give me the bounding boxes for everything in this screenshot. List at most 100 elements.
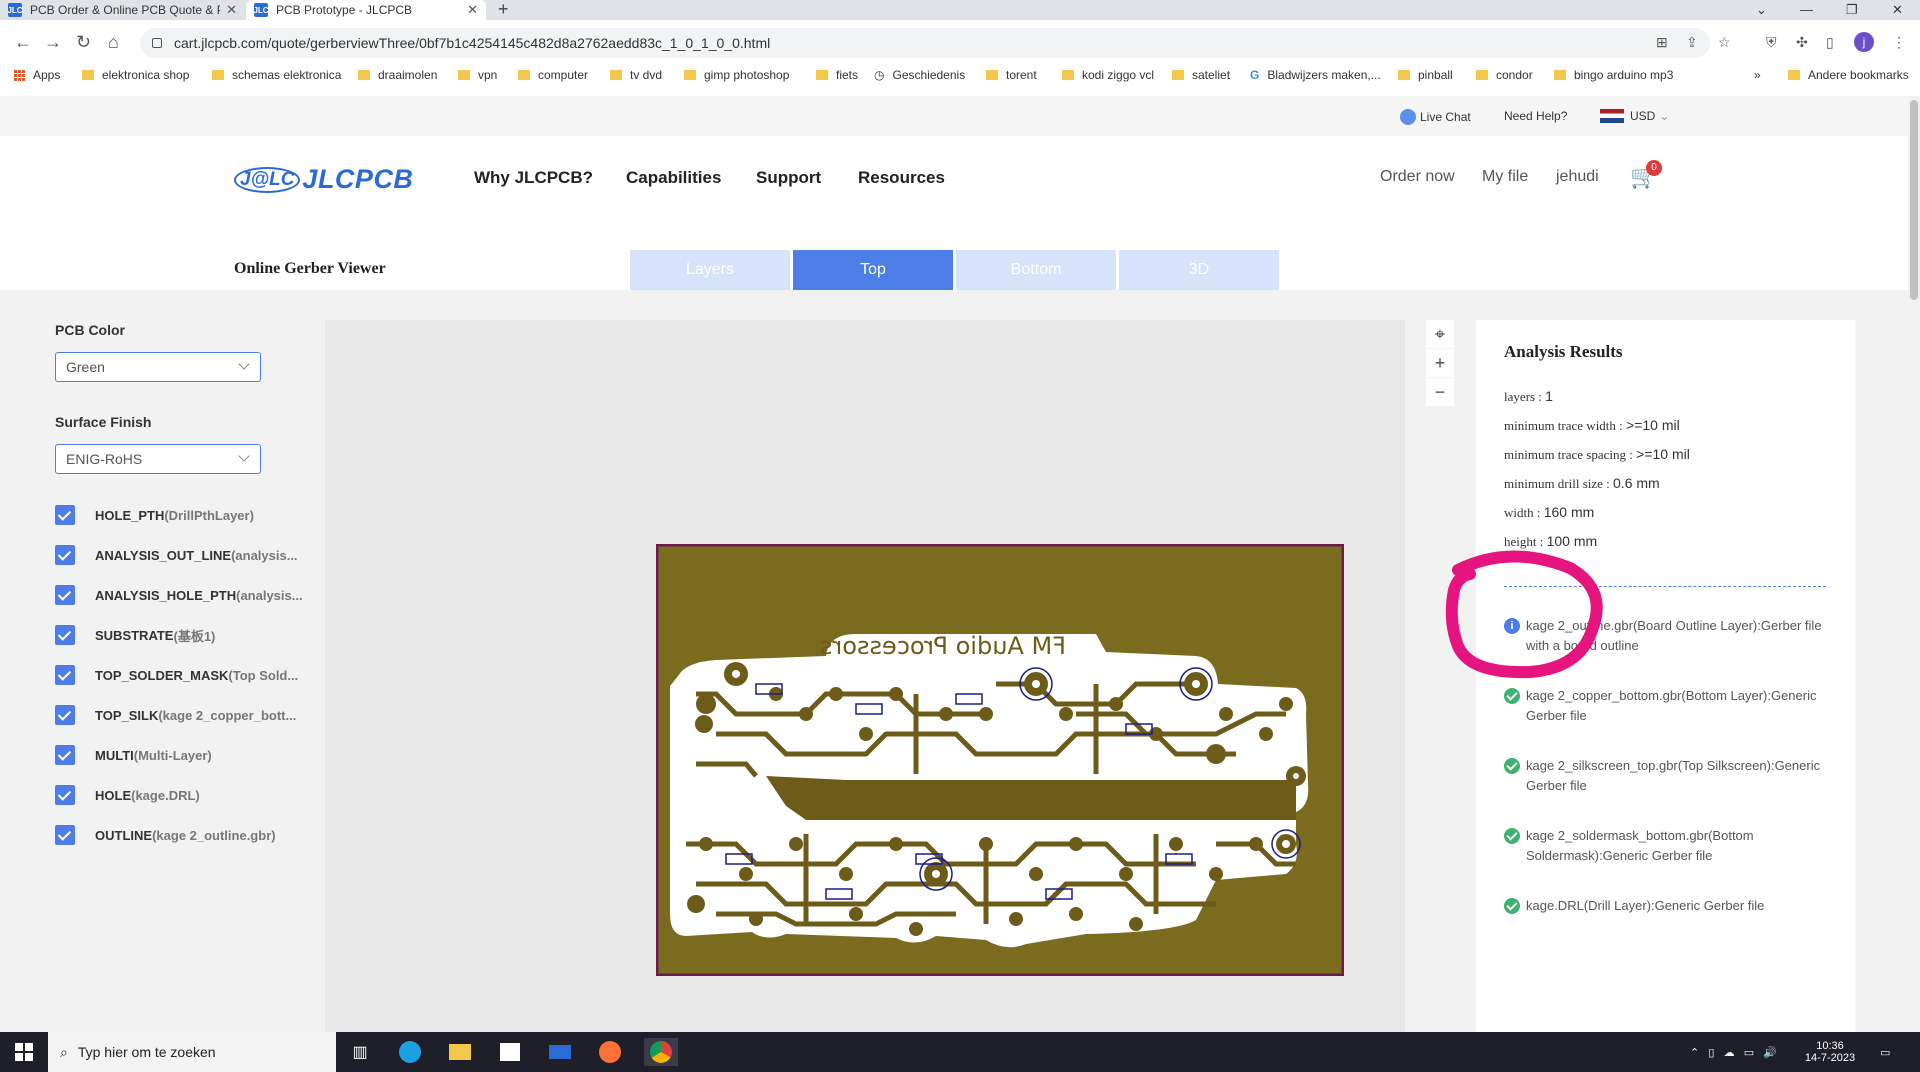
share-icon[interactable]: ⇪	[1686, 34, 1698, 51]
translate-icon[interactable]: ⊞	[1656, 34, 1668, 51]
other-bookmarks[interactable]: Andere bookmarks	[1788, 68, 1909, 82]
order-now-link[interactable]: Order now	[1380, 168, 1455, 186]
layer-toggle-multi[interactable]: MULTI (Multi-Layer)	[55, 744, 212, 766]
bookmark-item[interactable]: sateliet	[1172, 68, 1230, 82]
bookmark-item[interactable]: gimp photoshop	[684, 68, 789, 82]
tab-close-icon[interactable]: ✕	[226, 2, 237, 18]
zoom-in-icon[interactable]: +	[1426, 349, 1454, 377]
nav-resources[interactable]: Resources	[858, 168, 945, 188]
bookmark-apps[interactable]: Apps	[14, 68, 60, 82]
fit-view-icon[interactable]: ⌖	[1426, 320, 1454, 348]
bookmark-item[interactable]: draaimolen	[358, 68, 437, 82]
notifications-icon[interactable]: ▭	[1880, 1032, 1890, 1072]
tab-bottom[interactable]: Bottom	[956, 250, 1116, 290]
checkbox[interactable]	[55, 585, 75, 605]
edge-icon[interactable]	[396, 1038, 424, 1066]
reload-icon[interactable]: ↻	[76, 32, 91, 52]
task-view-icon[interactable]: ▥	[346, 1038, 374, 1066]
side-panel-icon[interactable]: ▯	[1826, 34, 1834, 51]
new-tab-icon[interactable]: +	[498, 0, 509, 18]
bookmark-item[interactable]: torent	[986, 68, 1037, 82]
bookmark-star-icon[interactable]: ☆	[1718, 34, 1731, 51]
mail-icon[interactable]	[546, 1038, 574, 1066]
bookmark-item[interactable]: fiets	[816, 68, 858, 82]
jlcpcb-logo[interactable]: J@LC JLCPCB	[234, 164, 413, 195]
pcb-color-label: PCB Color	[55, 322, 125, 338]
checkbox[interactable]	[55, 665, 75, 685]
bookmark-item[interactable]: schemas elektronica	[212, 68, 341, 82]
minimize-icon[interactable]: —	[1800, 0, 1813, 20]
bookmark-item[interactable]: ◷ Geschiedenis	[874, 68, 965, 82]
file-explorer-icon[interactable]	[446, 1038, 474, 1066]
tab-close-icon[interactable]: ✕	[467, 2, 478, 18]
my-file-link[interactable]: My file	[1482, 168, 1528, 186]
tab-layers[interactable]: Layers	[630, 250, 790, 290]
bookmark-item[interactable]: vpn	[458, 68, 497, 82]
checkbox[interactable]	[55, 625, 75, 645]
layer-toggle-analysis-out-line[interactable]: ANALYSIS_OUT_LINE (analysis...	[55, 544, 298, 566]
surface-finish-select[interactable]: ENIG-RoHS	[55, 444, 261, 474]
layer-toggle-analysis-hole-pth[interactable]: ANALYSIS_HOLE_PTH (analysis...	[55, 584, 303, 606]
live-chat-link[interactable]: Live Chat	[1400, 109, 1471, 125]
browser-menu-icon[interactable]: ⋮	[1892, 34, 1906, 51]
extensions-puzzle-icon[interactable]: ✣	[1796, 34, 1808, 51]
profile-avatar[interactable]: j	[1854, 32, 1874, 52]
bookmark-label: bingo arduino mp3	[1574, 68, 1674, 82]
layer-toggle-hole[interactable]: HOLE (kage.DRL)	[55, 784, 200, 806]
tab-search-icon[interactable]: ⌄	[1756, 0, 1767, 20]
restore-icon[interactable]: ❐	[1846, 0, 1858, 20]
pcb-color-select[interactable]: Green	[55, 352, 261, 382]
nav-capabilities[interactable]: Capabilities	[626, 168, 721, 188]
bookmark-label: kodi ziggo vcl	[1082, 68, 1155, 82]
currency-selector[interactable]: USD ⌄	[1600, 109, 1669, 123]
forward-icon[interactable]: →	[44, 32, 62, 52]
checkbox[interactable]	[55, 705, 75, 725]
url-text: cart.jlcpcb.com/quote/gerberviewThree/0b…	[174, 35, 771, 51]
need-help-link[interactable]: Need Help?	[1504, 109, 1567, 123]
checkbox[interactable]	[55, 825, 75, 845]
bookmark-item[interactable]: G Bladwijzers maken,...	[1250, 68, 1381, 82]
layer-toggle-substrate[interactable]: SUBSTRATE (基板1)	[55, 624, 215, 646]
checkbox[interactable]	[55, 745, 75, 765]
tab-top[interactable]: Top	[793, 250, 953, 290]
browser-tab-2[interactable]: JLC PCB Prototype - JLCPCB ✕	[246, 0, 486, 20]
chrome-icon[interactable]	[644, 1038, 678, 1066]
extension-shield-icon[interactable]: ⛨	[1766, 34, 1777, 51]
layer-toggle-top-solder-mask[interactable]: TOP_SOLDER_MASK (Top Sold...	[55, 664, 298, 686]
nav-support[interactable]: Support	[756, 168, 821, 188]
bookmark-item[interactable]: tv dvd	[610, 68, 662, 82]
home-icon[interactable]: ⌂	[108, 32, 119, 52]
windows-start-icon[interactable]	[10, 1038, 38, 1066]
layer-toggle-top-silk[interactable]: TOP_SILK (kage 2_copper_bott...	[55, 704, 296, 726]
back-icon[interactable]: ←	[14, 32, 32, 52]
browser-tab-1[interactable]: JLC PCB Order & Online PCB Quote & PCB P…	[0, 0, 245, 20]
system-tray-icons[interactable]: ⌃ ▯ ☁ ▭ 🔊	[1690, 1032, 1777, 1072]
bookmark-item[interactable]: bingo arduino mp3	[1554, 68, 1673, 82]
system-clock[interactable]: 10:36 14-7-2023	[1800, 1032, 1860, 1072]
checkbox[interactable]	[55, 785, 75, 805]
layer-name: OUTLINE	[95, 827, 153, 843]
bookmark-item[interactable]: computer	[518, 68, 588, 82]
nav-why-jlcpcb[interactable]: Why JLCPCB?	[474, 168, 593, 188]
checkbox[interactable]	[55, 545, 75, 565]
store-icon[interactable]	[496, 1038, 524, 1066]
bookmarks-overflow-icon[interactable]: »	[1754, 68, 1761, 82]
bookmark-item[interactable]: elektronica shop	[82, 68, 189, 82]
page-scrollbar-thumb[interactable]	[1910, 100, 1918, 300]
layer-toggle-hole-pth[interactable]: HOLE_PTH (DrillPthLayer)	[55, 504, 254, 526]
lock-icon[interactable]	[152, 38, 162, 48]
checkbox[interactable]	[55, 505, 75, 525]
bookmark-item[interactable]: kodi ziggo vcl	[1062, 68, 1154, 82]
layer-toggle-outline[interactable]: OUTLINE (kage 2_outline.gbr)	[55, 824, 276, 846]
taskbar-search[interactable]: ⌕ Typ hier om te zoeken	[48, 1032, 336, 1072]
window-close-icon[interactable]: ✕	[1892, 0, 1903, 20]
pcb-board-render[interactable]: FM Audio Processors	[656, 544, 1344, 976]
bookmark-item[interactable]: pinball	[1398, 68, 1453, 82]
tab-3d[interactable]: 3D	[1119, 250, 1279, 290]
bookmark-item[interactable]: condor	[1476, 68, 1533, 82]
user-menu[interactable]: jehudi	[1556, 168, 1599, 186]
address-bar[interactable]: cart.jlcpcb.com/quote/gerberviewThree/0b…	[140, 28, 1710, 58]
zoom-out-icon[interactable]: −	[1426, 378, 1454, 406]
firefox-icon[interactable]	[596, 1038, 624, 1066]
layer-name: HOLE	[95, 787, 132, 803]
